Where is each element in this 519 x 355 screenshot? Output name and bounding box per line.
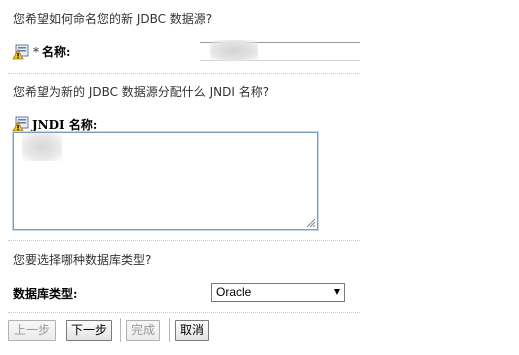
jndi-question: 您希望为新的 JDBC 数据源分配什么 JNDI 名称? xyxy=(13,85,270,99)
db-type-question: 您要选择哪种数据库类型? xyxy=(13,253,152,267)
redacted-blur xyxy=(210,40,258,61)
chevron-down-icon xyxy=(334,289,340,295)
db-type-selected-value: Oracle xyxy=(216,285,252,299)
name-label-text: 名称: xyxy=(42,45,71,59)
divider xyxy=(8,240,360,241)
divider xyxy=(8,73,360,74)
button-separator xyxy=(169,318,170,342)
info-icon xyxy=(12,44,29,60)
info-icon xyxy=(12,116,29,132)
back-button[interactable]: 上一步 xyxy=(8,320,56,341)
cancel-button[interactable]: 取消 xyxy=(175,320,209,341)
divider xyxy=(8,312,360,313)
next-button[interactable]: 下一步 xyxy=(66,320,112,341)
resize-grip-icon[interactable] xyxy=(305,217,316,228)
button-separator xyxy=(120,318,121,342)
name-label: * 名称: xyxy=(33,43,70,60)
required-marker: * xyxy=(33,45,39,59)
db-type-label: 数据库类型: xyxy=(13,287,78,301)
finish-button[interactable]: 完成 xyxy=(126,320,160,341)
db-type-select[interactable]: Oracle xyxy=(211,283,345,302)
jndi-label: JNDI 名称: xyxy=(32,118,98,132)
redacted-blur xyxy=(22,133,62,161)
name-question: 您希望如何命名您的新 JDBC 数据源? xyxy=(13,12,213,26)
